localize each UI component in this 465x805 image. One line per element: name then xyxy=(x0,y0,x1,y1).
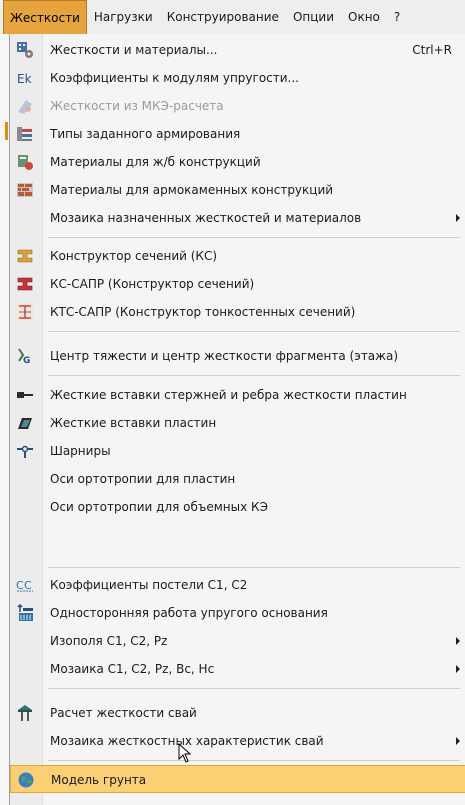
menu-item-label: Мозаика назначенных жесткостей и материа… xyxy=(50,211,362,225)
rc-materials-icon xyxy=(16,153,34,171)
toolbar-active-marker xyxy=(5,122,8,140)
menu-item-hinges[interactable]: Шарниры xyxy=(10,437,465,465)
menu-item-rigid-plate-inserts[interactable]: Жесткие вставки пластин xyxy=(10,409,465,437)
menu-item-pile-stiffness-mosaic[interactable]: Мозаика жесткостных характеристик свай xyxy=(10,727,465,755)
submenu-arrow-icon xyxy=(456,637,460,645)
svg-text:C: C xyxy=(16,579,24,592)
one-way-foundation-icon xyxy=(16,604,34,622)
menu-item-isofields[interactable]: Изополя С1, С2, Pz xyxy=(10,627,465,655)
menubar-item-design[interactable]: Конструирование xyxy=(160,0,286,34)
menu-item-c1-c2-mosaic[interactable]: Мозаика С1, С2, Pz, Bc, Hc xyxy=(10,655,465,683)
menu-bar: Жесткости Нагрузки Конструирование Опции… xyxy=(0,0,465,35)
menubar-item-help[interactable]: ? xyxy=(387,0,407,34)
section-designer-icon xyxy=(16,247,34,265)
menu-item-label: Мозаика С1, С2, Pz, Bc, Hc xyxy=(50,662,215,676)
menu-separator xyxy=(48,331,460,332)
menu-separator xyxy=(48,375,460,376)
menu-item-label: Жесткие вставки стержней и ребра жесткос… xyxy=(50,388,407,402)
svg-text:G: G xyxy=(23,356,30,365)
menu-item-label: Модель грунта xyxy=(51,773,147,787)
stiffness-materials-icon xyxy=(16,41,34,59)
menubar-item-options[interactable]: Опции xyxy=(286,0,341,34)
subgrade-coefficients-icon: CC xyxy=(16,576,34,594)
menu-item-stiffness-materials[interactable]: Жесткости и материалы... Ctrl+R xyxy=(10,36,465,64)
fem-stiffness-icon xyxy=(16,97,34,115)
menu-item-stiffness-mosaic[interactable]: Мозаика назначенных жесткостей и материа… xyxy=(10,204,465,232)
center-of-gravity-icon: G xyxy=(16,347,34,365)
menu-item-label: Коэффициенты постели С1, С2 xyxy=(50,578,248,592)
menu-item-thin-wall-sections[interactable]: КТС-САПР (Конструктор тонкостенных сечен… xyxy=(10,298,465,326)
ks-sapr-icon xyxy=(16,275,34,293)
menu-item-rigid-bar-inserts[interactable]: Жесткие вставки стержней и ребра жесткос… xyxy=(10,381,465,409)
menu-item-label: Жесткости из МКЭ-расчета xyxy=(50,99,224,113)
menu-item-shortcut: Ctrl+R xyxy=(412,43,452,57)
menu-item-label: Материалы для армокаменных конструкций xyxy=(50,183,334,197)
menubar-item-window[interactable]: Окно xyxy=(341,0,387,34)
menu-item-label: Оси ортотропии для объемных КЭ xyxy=(50,500,268,514)
menu-item-label: Типы заданного армирования xyxy=(50,127,241,141)
menu-item-pile-stiffness[interactable]: Расчет жесткости свай xyxy=(10,699,465,727)
menu-separator xyxy=(48,688,460,689)
svg-text:Ek: Ek xyxy=(17,72,32,86)
menubar-item-stiffness[interactable]: Жесткости xyxy=(3,0,87,34)
menu-item-label: Изополя С1, С2, Pz xyxy=(50,634,168,648)
submenu-arrow-icon xyxy=(456,737,460,745)
menu-item-label: Расчет жесткости свай xyxy=(50,706,197,720)
menu-item-label: КС-САПР (Конструктор сечений) xyxy=(50,277,255,291)
menu-item-label: Шарниры xyxy=(50,444,111,458)
menu-item-label: Жесткие вставки пластин xyxy=(50,416,217,430)
menu-item-label: Односторонняя работа упругого основания xyxy=(50,606,328,620)
rigid-bar-inserts-icon xyxy=(16,386,34,404)
menu-item-label: Конструктор сечений (КС) xyxy=(50,249,217,263)
menu-item-label: Жесткости и материалы... xyxy=(50,43,218,57)
pile-stiffness-icon xyxy=(16,704,34,722)
menu-item-label: Оси ортотропии для пластин xyxy=(50,472,236,486)
reinforcement-types-icon xyxy=(16,125,34,143)
ek-coefficients-icon: Ek xyxy=(16,69,34,87)
menu-item-orthotropy-solids[interactable]: Оси ортотропии для объемных КЭ xyxy=(10,493,465,521)
menu-item-section-designer[interactable]: Конструктор сечений (КС) xyxy=(10,242,465,270)
menu-item-orthotropy-plates[interactable]: Оси ортотропии для пластин xyxy=(10,465,465,493)
menu-item-label: Материалы для ж/б конструкций xyxy=(50,155,261,169)
hinge-icon xyxy=(16,442,34,460)
menu-item-label: Коэффициенты к модулям упругости... xyxy=(50,71,299,85)
svg-text:C: C xyxy=(24,579,32,592)
mouse-cursor-icon xyxy=(178,743,192,763)
stiffness-dropdown-menu: Жесткости и материалы... Ctrl+R Ek Коэфф… xyxy=(9,34,465,805)
menu-item-elastic-coefficients[interactable]: Ek Коэффициенты к модулям упругости... xyxy=(10,64,465,92)
menu-item-center-of-gravity[interactable]: G Центр тяжести и центр жесткости фрагме… xyxy=(10,342,465,370)
masonry-materials-icon xyxy=(16,181,34,199)
menu-item-label: КТС-САПР (Конструктор тонкостенных сечен… xyxy=(50,305,356,319)
menu-item-fem-stiffness: Жесткости из МКЭ-расчета xyxy=(10,92,465,120)
submenu-arrow-icon xyxy=(456,214,460,222)
soil-model-globe-icon xyxy=(17,771,35,789)
menubar-item-loads[interactable]: Нагрузки xyxy=(87,0,160,34)
menu-item-one-way-foundation[interactable]: Односторонняя работа упругого основания xyxy=(10,599,465,627)
menu-item-masonry-materials[interactable]: Материалы для армокаменных конструкций xyxy=(10,176,465,204)
thin-wall-section-icon xyxy=(16,303,34,321)
submenu-arrow-icon xyxy=(456,665,460,673)
menu-separator xyxy=(48,567,460,568)
menu-separator xyxy=(48,760,460,761)
menu-item-subgrade-coefficients[interactable]: CC Коэффициенты постели С1, С2 xyxy=(10,571,465,599)
menu-item-soil-model[interactable]: Модель грунта xyxy=(10,765,465,793)
menu-item-rc-materials[interactable]: Материалы для ж/б конструкций xyxy=(10,148,465,176)
menu-item-ks-sapr[interactable]: КС-САПР (Конструктор сечений) xyxy=(10,270,465,298)
menu-separator xyxy=(48,237,460,238)
menu-item-reinforcement-types[interactable]: Типы заданного армирования xyxy=(10,120,465,148)
menu-item-label: Центр тяжести и центр жесткости фрагмент… xyxy=(50,349,399,363)
rigid-plate-inserts-icon xyxy=(16,414,34,432)
